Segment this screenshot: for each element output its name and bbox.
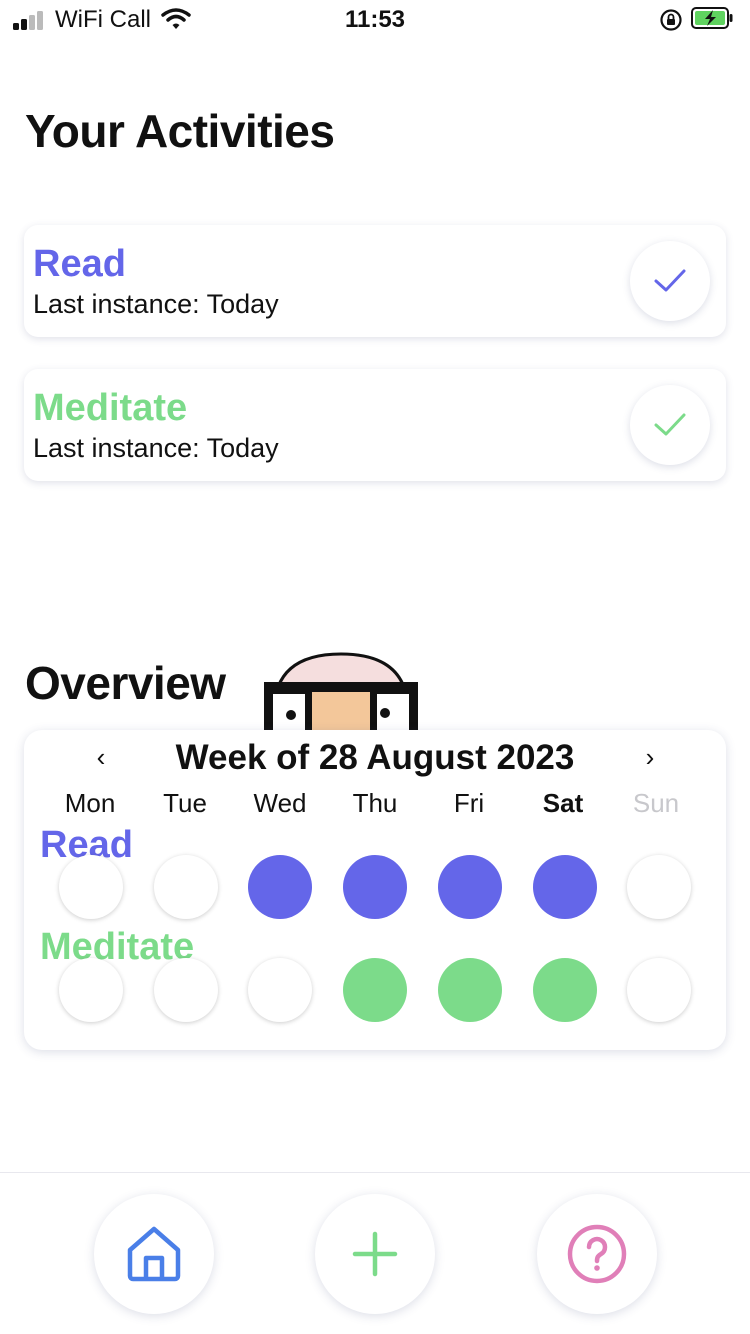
day-dot-meditate-thu[interactable]: [343, 958, 407, 1022]
day-dot-read-sat[interactable]: [533, 855, 597, 919]
day-dot-read-mon[interactable]: [59, 855, 123, 919]
activity-card-read[interactable]: Read Last instance: Today: [24, 225, 726, 337]
day-dot-read-thu[interactable]: [343, 855, 407, 919]
check-icon: [654, 269, 686, 292]
activity-name: Meditate: [33, 387, 188, 429]
day-label-thu: Thu: [352, 788, 398, 818]
home-icon: [127, 1226, 181, 1282]
home-tab-button[interactable]: [94, 1194, 214, 1314]
week-label: Week of 28 August 2023: [175, 738, 575, 777]
activity-card-meditate[interactable]: Meditate Last instance: Today: [24, 369, 726, 481]
orientation-lock-icon: [660, 9, 682, 31]
week-overview-card: ‹ Week of 28 August 2023 › Mon Tue Wed T…: [24, 730, 726, 1050]
day-dot-read-tue[interactable]: [154, 855, 218, 919]
activity-last-instance: Last instance: Today: [33, 433, 279, 463]
day-dot-meditate-wed[interactable]: [248, 958, 312, 1022]
add-activity-button[interactable]: [315, 1194, 435, 1314]
day-dot-meditate-mon[interactable]: [59, 958, 123, 1022]
question-icon: [567, 1224, 627, 1284]
day-dot-meditate-sat[interactable]: [533, 958, 597, 1022]
plus-icon: [352, 1231, 398, 1277]
overview-title: Overview: [25, 657, 226, 709]
clock: 11:53: [344, 6, 406, 33]
mark-done-button[interactable]: [630, 241, 710, 321]
next-week-button[interactable]: ›: [635, 742, 665, 773]
day-dot-read-wed[interactable]: [248, 855, 312, 919]
day-dot-read-fri[interactable]: [438, 855, 502, 919]
day-dot-meditate-sun[interactable]: [627, 958, 691, 1022]
day-label-mon: Mon: [64, 788, 116, 818]
battery-icon: [691, 7, 733, 29]
help-button[interactable]: [537, 1194, 657, 1314]
day-dot-meditate-tue[interactable]: [154, 958, 218, 1022]
activity-name: Read: [33, 243, 126, 285]
mascot-illustration: [264, 652, 418, 732]
tabbar-divider: [0, 1172, 750, 1173]
day-label-wed: Wed: [253, 788, 307, 818]
day-label-tue: Tue: [163, 788, 207, 818]
activity-last-instance: Last instance: Today: [33, 289, 279, 319]
day-label-fri: Fri: [453, 788, 485, 818]
day-label-sat: Sat: [542, 788, 584, 818]
check-icon: [654, 413, 686, 436]
day-dot-meditate-fri[interactable]: [438, 958, 502, 1022]
page-title: Your Activities: [25, 105, 335, 157]
mark-done-button[interactable]: [630, 385, 710, 465]
day-label-sun: Sun: [632, 788, 680, 818]
status-bar: WiFi Call 11:53: [0, 0, 750, 40]
day-dot-read-sun[interactable]: [627, 855, 691, 919]
